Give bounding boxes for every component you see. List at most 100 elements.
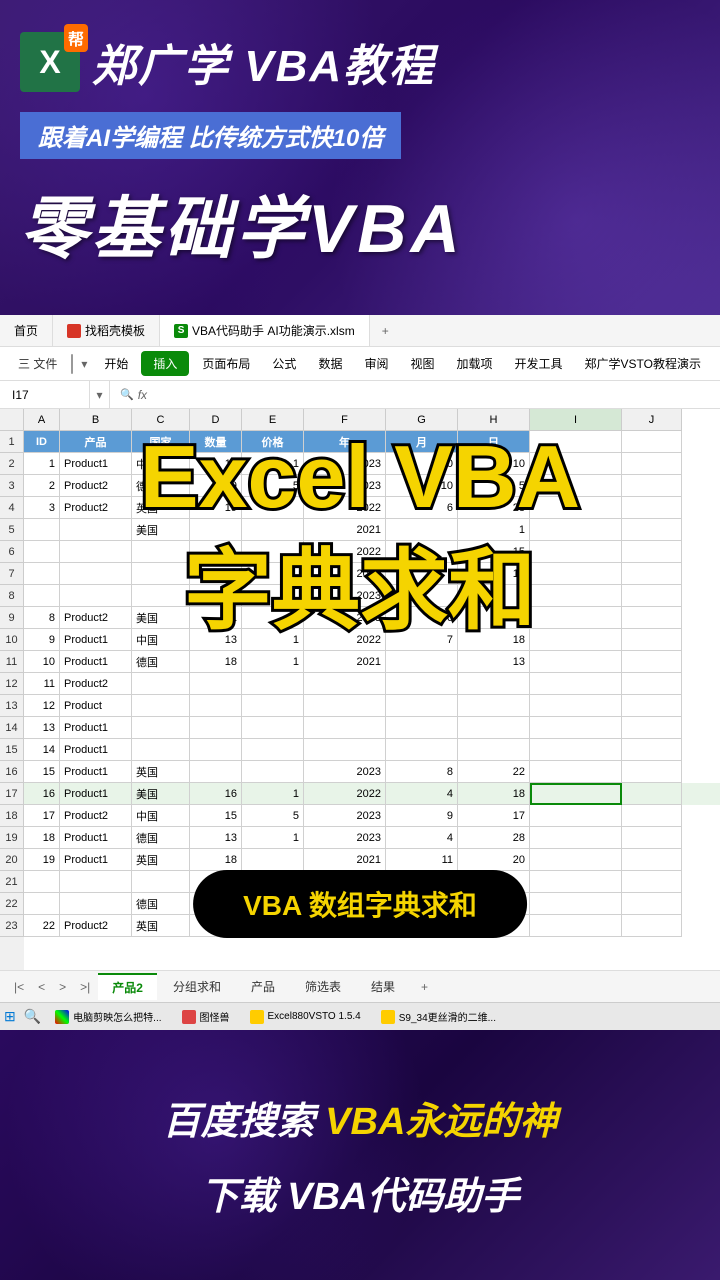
cell[interactable] [190,585,242,607]
cell[interactable] [132,673,190,695]
cell[interactable] [242,585,304,607]
cell[interactable]: 2022 [304,541,386,563]
col-header-B[interactable]: B [60,409,132,431]
cell[interactable]: 10 [24,651,60,673]
cell[interactable]: 1 [242,629,304,651]
cell[interactable] [386,541,458,563]
cell[interactable]: 1 [242,651,304,673]
header-cell[interactable]: ID [24,431,60,453]
cell[interactable]: 18 [458,629,530,651]
taskbar-item-1[interactable]: 图怪兽 [176,1009,236,1024]
cell[interactable]: Product1 [60,783,132,805]
name-box[interactable]: I17 [0,381,90,408]
row-header[interactable]: 9 [0,607,24,629]
cell[interactable]: 英国 [132,849,190,871]
cell[interactable] [60,893,132,915]
cell[interactable]: Product2 [60,805,132,827]
cell[interactable] [622,915,682,937]
cell[interactable]: 28 [458,497,530,519]
cell[interactable]: 1 [242,453,304,475]
cell[interactable] [242,695,304,717]
cell[interactable]: 13 [24,717,60,739]
cell[interactable] [530,519,622,541]
cell[interactable] [386,651,458,673]
cell[interactable]: 3 [24,497,60,519]
header-cell[interactable]: 价格 [242,431,304,453]
cell[interactable] [530,695,622,717]
cell[interactable] [622,783,682,805]
header-cell[interactable]: 日 [458,431,530,453]
row-header[interactable]: 3 [0,475,24,497]
row-header[interactable]: 10 [0,629,24,651]
cell[interactable]: 英国 [132,761,190,783]
taskbar-item-0[interactable]: 电脑剪映怎么把特... [49,1009,167,1024]
cell[interactable]: 2021 [304,519,386,541]
cell[interactable]: 2023 [304,805,386,827]
cell[interactable] [458,739,530,761]
cell[interactable] [622,585,682,607]
cell[interactable] [530,453,622,475]
cell[interactable] [622,761,682,783]
cell[interactable] [622,629,682,651]
ribbon-dev[interactable]: 开发工具 [506,351,572,376]
cell[interactable]: 13 [190,827,242,849]
cell[interactable] [530,563,622,585]
cell[interactable] [530,893,622,915]
cell[interactable]: 2022 [304,783,386,805]
ribbon-review[interactable]: 审阅 [355,351,397,376]
sheet-tab-0[interactable]: 产品2 [98,973,157,1000]
cell[interactable] [622,739,682,761]
cell[interactable]: 德国 [132,651,190,673]
cell[interactable]: 18 [458,783,530,805]
cell[interactable]: 德国 [132,475,190,497]
window-tab-home[interactable]: 首页 [0,315,53,346]
cell[interactable] [24,871,60,893]
cell[interactable] [24,541,60,563]
cell[interactable] [132,871,190,893]
ribbon-vsto[interactable]: 郑广学VSTO教程演示 [576,351,710,376]
cell[interactable] [386,585,458,607]
cell[interactable]: 4 [386,783,458,805]
col-header-A[interactable]: A [24,409,60,431]
taskbar-item-3[interactable]: S9_34更丝滑的二维... [375,1009,502,1024]
cell[interactable]: 19 [190,453,242,475]
ribbon-insert[interactable]: 插入 [141,351,189,376]
cell[interactable]: 13 [458,563,530,585]
cell[interactable]: 中国 [132,629,190,651]
taskbar-item-2[interactable]: Excel880VSTO 1.5.4 [244,1010,367,1024]
row-header[interactable]: 1 [0,431,24,453]
cell[interactable]: 14 [24,739,60,761]
cell[interactable]: 中国 [132,805,190,827]
cell[interactable] [622,695,682,717]
cell[interactable]: Product1 [60,827,132,849]
cell[interactable] [242,519,304,541]
cell[interactable] [530,739,622,761]
cell[interactable] [530,585,622,607]
cell[interactable]: 4 [386,827,458,849]
cell[interactable] [24,519,60,541]
cell[interactable] [132,585,190,607]
name-box-dropdown-icon[interactable]: ▾ [90,381,110,408]
cell[interactable] [622,805,682,827]
col-header-F[interactable]: F [304,409,386,431]
ribbon-view[interactable]: 视图 [401,351,443,376]
sheet-tab-3[interactable]: 筛选表 [291,974,355,999]
cell[interactable]: 12 [24,695,60,717]
ribbon-data[interactable]: 数据 [309,351,351,376]
cell[interactable]: Product2 [60,607,132,629]
ribbon-addins[interactable]: 加载项 [447,351,501,376]
col-header-I[interactable]: I [530,409,622,431]
row-header[interactable]: 15 [0,739,24,761]
header-cell[interactable]: 年 [304,431,386,453]
cell[interactable]: 11 [190,607,242,629]
cell[interactable] [190,717,242,739]
file-menu[interactable]: 三 文件 [8,351,67,376]
cell[interactable]: 2 [24,475,60,497]
cell[interactable]: Product1 [60,717,132,739]
cell[interactable] [530,827,622,849]
cell[interactable] [132,695,190,717]
cell[interactable] [458,717,530,739]
cell[interactable]: 1 [458,519,530,541]
cell[interactable]: 中国 [132,453,190,475]
cell[interactable]: 11 [24,673,60,695]
